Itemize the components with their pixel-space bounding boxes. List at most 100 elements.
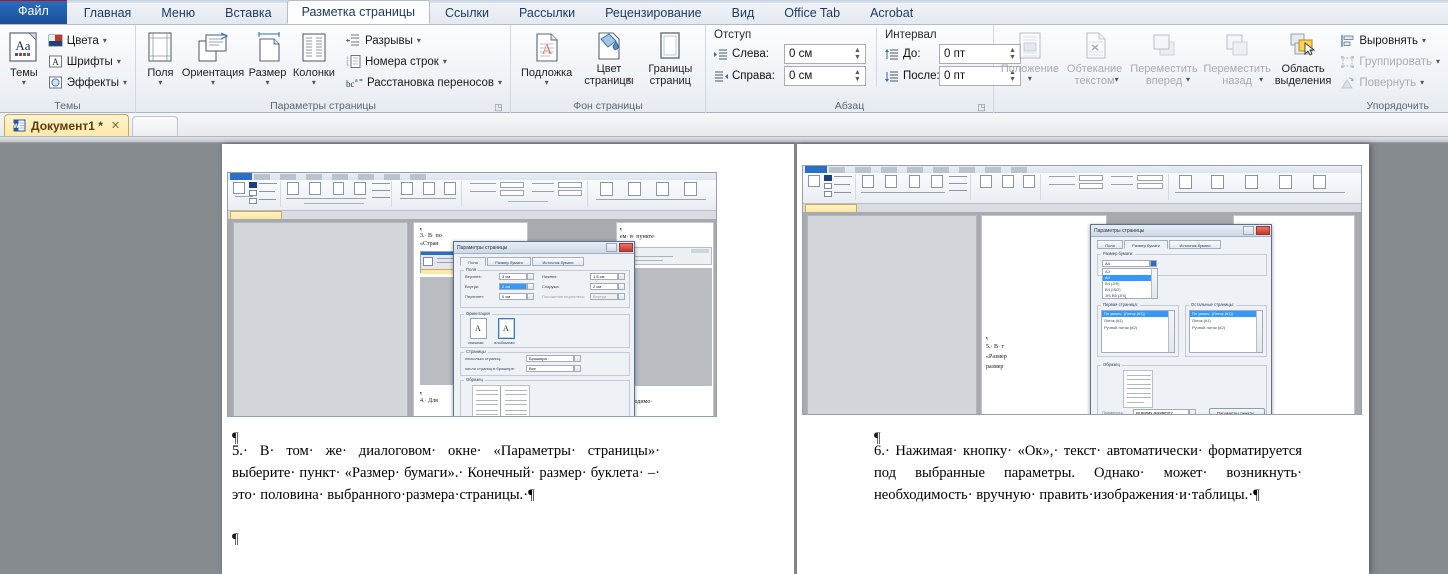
document-tab-dokument1[interactable]: W Документ1 * ✕ (4, 114, 130, 136)
dialog-tab-margins[interactable]: Поля (460, 257, 486, 266)
paper-size-option-a4[interactable]: A4 (1105, 275, 1110, 280)
other-pages-option-tray1[interactable]: Лоток (#1) (1192, 318, 1211, 323)
spinner-arrows-icon[interactable]: ▲ ▼ (850, 67, 865, 85)
dialog-close-icon[interactable] (619, 243, 633, 252)
dialog-tab-margins-2[interactable]: Поля (1097, 240, 1123, 249)
ribbon-tab-review[interactable]: Рецензирование (590, 1, 717, 24)
indent-left-input[interactable]: 0 см ▲ ▼ (784, 44, 866, 64)
theme-effects-button[interactable]: Эффекты ▾ (45, 72, 130, 93)
watermark-button[interactable]: A Подложка ▾ (516, 28, 577, 87)
chevron-down-icon[interactable]: ▾ (158, 79, 162, 87)
other-pages-tray-list[interactable]: По умолч. (Лоток (#1)) Лоток (#1) Ручной… (1189, 310, 1263, 353)
dialog-tab-paper-source-2[interactable]: Источник бумаги (1169, 240, 1221, 249)
page-setup-dialog-margins[interactable]: Параметры страницы Поля Размер бумаги Ис… (453, 241, 635, 416)
page-setup-dialog-paper-size[interactable]: Параметры страницы Поля Размер бумаги Ис… (1090, 224, 1272, 414)
document-page-left[interactable]: ¶ 3.· В· по «Стран ¶ 4.· Для ¶ ем· в· пу… (222, 144, 794, 574)
paper-size-dropdown-arrow[interactable] (1150, 260, 1157, 267)
apply-to-dropdown-arrow-2[interactable] (1189, 409, 1196, 414)
themes-button[interactable]: Aa Темы ▾ (5, 28, 43, 87)
ribbon-tab-home[interactable]: Главная (69, 1, 147, 24)
other-pages-option-default[interactable]: По умолч. (Лоток (#1)) (1192, 311, 1233, 316)
margin-bottom-input[interactable]: 1,5 см (590, 273, 618, 280)
dialog-help-button[interactable] (606, 243, 617, 252)
margin-gutter-input[interactable]: 0 см (499, 293, 527, 300)
ribbon-tab-file[interactable]: Файл (0, 0, 67, 24)
chevron-down-icon[interactable]: ▾ (1422, 36, 1426, 45)
chevron-down-icon[interactable]: ▾ (312, 79, 316, 87)
align-button[interactable]: Выровнять ▾ (1337, 30, 1443, 51)
other-pages-option-manual[interactable]: Ручной лоток (#2) (1192, 325, 1225, 330)
first-page-tray-list[interactable]: По умолч. (Лоток (#1)) Лоток (#1) Ручной… (1101, 310, 1175, 353)
margin-outside-spinner[interactable] (618, 283, 625, 290)
close-icon[interactable]: ✕ (111, 119, 120, 132)
dialog-launcher-icon[interactable]: ◳ (494, 103, 503, 112)
orientation-portrait-option[interactable]: A (470, 318, 487, 339)
chevron-down-icon[interactable]: ▾ (22, 79, 26, 87)
dialog-launcher-icon[interactable]: ◳ (977, 103, 986, 112)
chevron-down-icon[interactable]: ▾ (103, 36, 107, 45)
dialog-tab-paper-source[interactable]: Источник бумаги (532, 257, 584, 266)
breaks-button[interactable]: Разрывы ▾ (343, 30, 505, 51)
first-page-option-default[interactable]: По умолч. (Лоток (#1)) (1104, 311, 1145, 316)
chevron-down-icon[interactable]: ▾ (627, 76, 631, 84)
paper-size-option-a3[interactable]: A3 (1105, 269, 1110, 274)
document-page-right[interactable]: ¶ 5.· В· т «Размер размер ¶ ерите· пункт… (797, 144, 1369, 574)
margin-inside-input[interactable]: 2 см (499, 283, 527, 290)
margin-bottom-spinner[interactable] (618, 273, 625, 280)
theme-colors-button[interactable]: Цвета ▾ (45, 30, 130, 51)
ribbon-tab-references[interactable]: Ссылки (430, 1, 504, 24)
orientation-landscape-option[interactable]: A (498, 318, 515, 339)
chevron-down-icon[interactable]: ▾ (117, 57, 121, 66)
page-color-button[interactable]: Цвет страницы ▾ (579, 28, 638, 94)
orientation-button[interactable]: Ориентация ▾ (182, 28, 244, 87)
ribbon-tab-acrobat[interactable]: Acrobat (855, 1, 928, 24)
paper-size-option-b5jis[interactable]: JIS B5 (JIS) (1105, 293, 1126, 298)
theme-fonts-button[interactable]: A Шрифты ▾ (45, 51, 130, 72)
margin-gutter-spinner[interactable] (527, 293, 534, 300)
paper-size-dropdown-list[interactable]: A3 A4 B4 (JIS) B4 (ISO) JIS B5 (JIS) (1102, 268, 1158, 299)
margin-inside-spinner[interactable] (527, 283, 534, 290)
ribbon-tab-view[interactable]: Вид (717, 1, 770, 24)
first-page-option-manual[interactable]: Ручной лоток (#2) (1104, 325, 1137, 330)
margin-outside-input[interactable]: 2 см (590, 283, 618, 290)
page-borders-button[interactable]: Границы страниц (641, 28, 700, 87)
dialog-tab-paper-size-2[interactable]: Размер бумаги (1124, 240, 1168, 249)
margin-top-input[interactable]: 3 см (499, 273, 527, 280)
ribbon-tab-page-layout[interactable]: Разметка страницы (286, 0, 430, 24)
ribbon-tab-menu[interactable]: Меню (146, 1, 210, 24)
paper-size-option-b4jis[interactable]: B4 (JIS) (1105, 281, 1119, 286)
margin-top-spinner[interactable] (527, 273, 534, 280)
line-numbers-button[interactable]: 123 Номера строк ▾ (343, 51, 505, 72)
chevron-down-icon[interactable]: ▾ (123, 78, 127, 87)
chevron-down-icon[interactable]: ▾ (417, 36, 421, 45)
print-options-button[interactable]: Параметры печати... (1209, 408, 1265, 414)
hyphenation-button[interactable]: bc a Расстановка переносов ▾ (343, 72, 505, 93)
multiple-pages-dropdown-arrow[interactable] (574, 355, 581, 362)
paper-size-option-b4iso[interactable]: B4 (ISO) (1105, 287, 1121, 292)
sheets-per-booklet-select[interactable]: Все (526, 365, 574, 372)
dialog-help-button-2[interactable] (1243, 226, 1254, 235)
chevron-down-icon[interactable]: ▾ (266, 79, 270, 87)
margins-button[interactable]: Поля ▾ (141, 28, 180, 87)
chevron-down-icon[interactable]: ▾ (443, 57, 447, 66)
dialog-tab-paper-size[interactable]: Размер бумаги (487, 257, 531, 266)
dialog-close-icon-2[interactable] (1256, 226, 1270, 235)
size-button[interactable]: Размер ▾ (246, 28, 289, 87)
svg-text:A: A (52, 57, 59, 67)
apply-to-select-2[interactable]: ко всему документу (1133, 409, 1189, 414)
chevron-down-icon[interactable]: ▾ (498, 78, 502, 87)
indent-right-input[interactable]: 0 см ▲ ▼ (784, 66, 866, 86)
selection-pane-button[interactable]: Область выделения (1275, 28, 1331, 87)
chevron-down-icon[interactable]: ▾ (545, 79, 549, 87)
chevron-down-icon[interactable]: ▾ (211, 79, 215, 87)
multiple-pages-select[interactable]: Брошюра (526, 355, 574, 362)
ribbon-tab-office-tab[interactable]: Office Tab (769, 1, 855, 24)
ribbon-tab-mailings[interactable]: Рассылки (504, 1, 590, 24)
document-tab-placeholder[interactable] (132, 116, 179, 136)
sheets-per-booklet-dropdown-arrow[interactable] (574, 365, 581, 372)
spinner-arrows-icon[interactable]: ▲ ▼ (850, 45, 865, 63)
columns-button[interactable]: Колонки ▾ (291, 28, 337, 87)
paper-size-combo[interactable]: A4 (1102, 260, 1150, 267)
first-page-option-tray1[interactable]: Лоток (#1) (1104, 318, 1123, 323)
ribbon-tab-insert[interactable]: Вставка (210, 1, 286, 24)
